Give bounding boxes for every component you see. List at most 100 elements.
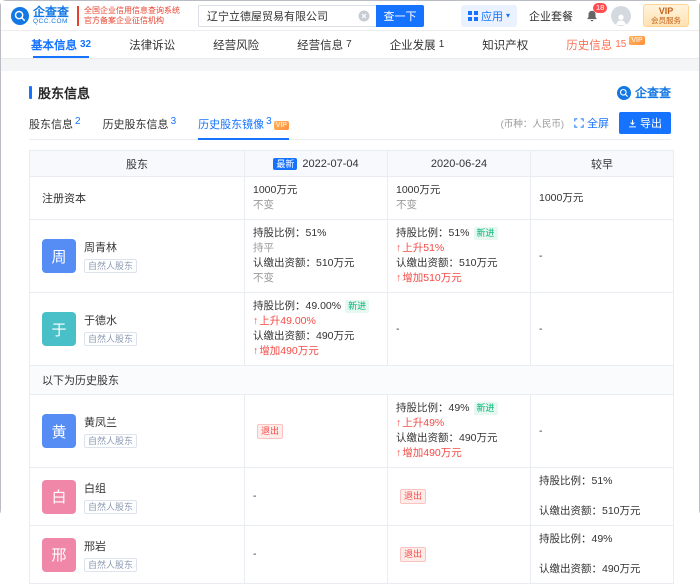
cell-line: 不变 xyxy=(396,198,522,213)
credit-seal-text: 全国企业信用信息查询系统 官方备案企业征信机构 xyxy=(77,5,181,26)
apps-menu-button[interactable]: 应用 ▾ xyxy=(460,4,517,27)
fullscreen-label: 全屏 xyxy=(587,118,609,130)
search-bar: 查一下 xyxy=(198,4,425,27)
nav-tab-4[interactable]: 经营信息 7 xyxy=(297,31,352,58)
cell-text: 上升49.00% xyxy=(259,315,316,327)
exit-badge: 退出 xyxy=(257,423,284,439)
clear-search-icon[interactable] xyxy=(358,10,370,22)
nav-tab-1[interactable]: 基本信息 32 xyxy=(31,31,91,58)
avatar[interactable]: 周 xyxy=(42,239,76,273)
avatar[interactable]: 黄 xyxy=(42,414,76,448)
shareholder-cell: 黄黄凤兰自然人股东 xyxy=(29,394,245,468)
search-button[interactable]: 查一下 xyxy=(376,4,425,27)
avatar[interactable]: 邢 xyxy=(42,537,76,572)
vip-label: VIP xyxy=(658,6,674,16)
shareholder-cell: 白白组 自然人股东 xyxy=(29,467,245,526)
snapshot-cell: - xyxy=(244,525,388,584)
avatar[interactable]: 于 xyxy=(42,312,76,346)
shareholder-type-tag: 自然人股东 xyxy=(84,434,138,448)
cell-line: ↑增加490万元 xyxy=(253,344,379,359)
shareholder-name[interactable]: 邢岩 xyxy=(84,538,137,554)
column-header: 较早 xyxy=(530,150,674,177)
shareholder-name[interactable]: 于德水 xyxy=(84,312,137,328)
cell-line: 不变 xyxy=(253,198,379,213)
up-arrow-icon: ↑ xyxy=(396,272,402,284)
nav-tab-5[interactable]: 企业发展 1 xyxy=(390,31,445,58)
subtabs: 股东信息 2 历史股东信息 3 历史股东镜像 3 VIP xyxy=(29,114,289,140)
latest-badge: 最新 xyxy=(273,158,298,170)
up-arrow-icon: ↑ xyxy=(396,242,402,254)
shareholder-identity: 白白组 自然人股东 xyxy=(38,479,236,514)
nav-tab-2[interactable]: 法律诉讼 xyxy=(129,31,175,58)
avatar[interactable]: 白 xyxy=(42,479,76,514)
snapshot-cell: 持股比例：51% 持平 认缴出资额：510万元 不变 xyxy=(244,219,388,293)
snapshot-cell: - xyxy=(244,467,388,526)
nav-tab-6[interactable]: 知识产权 xyxy=(482,31,528,58)
up-arrow-icon: ↑ xyxy=(396,417,402,429)
table-row: 黄黄凤兰 自然人股东 退出 持股比例：49% 新进 ↑上升49% 认缴出资额：490万元 ↑增… xyxy=(29,394,674,468)
cell-line: 认缴出资额：510万元 xyxy=(253,256,379,271)
section-divider-band xyxy=(1,59,699,71)
cell-text: - xyxy=(539,249,543,262)
exit-badge: 退出 xyxy=(400,547,427,562)
vip-membership-badge[interactable]: VIP 会员服务 xyxy=(643,4,689,27)
cell-text: 认缴出资额：490万元 xyxy=(396,432,498,444)
logo-domain: QCC.COM xyxy=(33,18,68,25)
vip-sublabel: 会员服务 xyxy=(651,16,681,25)
subtab-count: 3 xyxy=(170,116,177,127)
cell-line: - xyxy=(539,249,665,264)
cell-text: 认缴出资额：490万元 xyxy=(253,330,355,342)
seal-line-1: 全国企业信用信息查询系统 xyxy=(84,5,181,15)
main-content: 股东信息 企查查 股东信息 2 历史股东信息 3 历史股东镜像 3 VIP (币种：人民币)… xyxy=(1,71,699,584)
notifications-button[interactable]: 18 xyxy=(585,2,608,23)
nav-tab-3[interactable]: 经营风险 xyxy=(213,31,259,58)
download-icon xyxy=(629,119,636,127)
export-label: 导出 xyxy=(640,118,662,130)
history-divider-row: 以下为历史股东 xyxy=(29,365,674,395)
snapshot-cell: - xyxy=(387,292,531,366)
shareholder-cell: 周周青林 自然人股东 xyxy=(29,219,245,293)
subtab-1[interactable]: 股东信息 2 xyxy=(29,114,81,139)
subtab-3[interactable]: 历史股东镜像 3 VIP xyxy=(198,114,289,140)
subtab-label: 历史股东镜像 xyxy=(198,119,265,131)
snapshot-cell: 持股比例：49.00% 新进 ↑上升49.00% 认缴出资额：490万元 ↑增加490万… xyxy=(244,292,388,366)
shareholder-identity: 邢邢岩 自然人股东 xyxy=(38,537,236,572)
vip-tag: VIP xyxy=(273,121,289,130)
cell-line: 持股比例：51% 新进 xyxy=(396,226,522,241)
shareholder-cell: 邢邢岩 自然人股东 xyxy=(29,525,245,584)
qcc-logo-icon xyxy=(11,6,29,25)
table-controls: (币种：人民币) 全屏 导出 xyxy=(501,112,671,139)
cell-line: - xyxy=(253,547,379,562)
shareholder-name[interactable]: 黄凤兰 xyxy=(84,414,137,430)
top-header: 企查查 QCC.COM 全国企业信用信息查询系统 官方备案企业征信机构 查一下 … xyxy=(1,1,699,31)
cell-line: - xyxy=(396,322,522,337)
shareholder-table: 股东 最新 2022-07-04 2020-06-24 较早 注册资本 1000万元 不变 1… xyxy=(29,150,674,584)
shareholder-name[interactable]: 白组 xyxy=(84,480,137,496)
cell-line: ↑上升49% xyxy=(396,416,522,431)
cell-line: 1000万元 xyxy=(539,191,665,206)
grid-icon xyxy=(467,10,478,21)
fullscreen-button[interactable]: 全屏 xyxy=(574,115,609,131)
cell-text: 认缴出资额：510万元 xyxy=(396,257,498,269)
cell-line: 认缴出资额：510万元 xyxy=(539,504,665,519)
export-button[interactable]: 导出 xyxy=(619,112,671,134)
user-avatar[interactable] xyxy=(611,5,631,26)
qcc-watermark-label: 企查查 xyxy=(634,86,671,100)
column-header: 股东 xyxy=(29,150,245,177)
qcc-logo[interactable]: 企查查 QCC.COM xyxy=(11,6,69,25)
subtab-2[interactable]: 历史股东信息 3 xyxy=(103,114,177,139)
nav-tab-7[interactable]: 历史信息 15 VIP xyxy=(566,31,645,58)
enterprise-package-link[interactable]: 企业套餐 xyxy=(529,8,573,24)
cell-line: 持股比例：49% 新进 xyxy=(396,401,522,416)
table-row: 周周青林 自然人股东 持股比例：51% 持平 认缴出资额：510万元 不变 持股比例：51%… xyxy=(29,219,674,293)
snapshot-cell: 持股比例：51% 认缴出资额：510万元 xyxy=(530,467,674,526)
cell-line: - xyxy=(253,489,379,504)
search-input[interactable] xyxy=(198,4,377,27)
snapshot-cell: 退出 xyxy=(244,394,388,468)
cell-text: 持股比例：49% xyxy=(539,533,613,545)
cell-text: 1000万元 xyxy=(396,184,441,196)
nav-tab-label: 经营风险 xyxy=(213,39,260,52)
cell-line: 认缴出资额：510万元 xyxy=(396,256,522,271)
shareholder-name[interactable]: 周青林 xyxy=(84,239,137,255)
title-accent-bar xyxy=(29,86,32,99)
